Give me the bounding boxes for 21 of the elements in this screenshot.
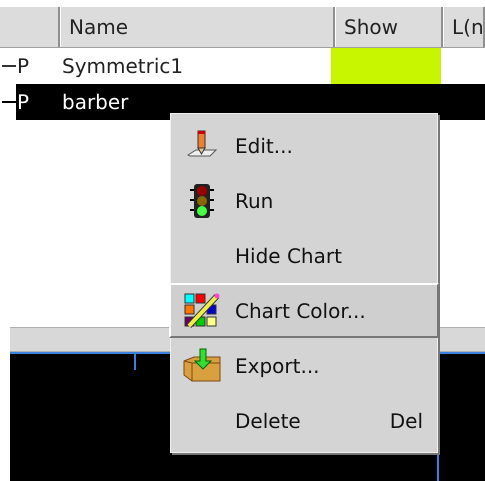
menu-item[interactable]: Edit... — [171, 118, 437, 173]
menu-item[interactable]: Run — [171, 173, 437, 228]
menu-item[interactable]: Hide Chart — [171, 228, 437, 283]
tree-line — [2, 101, 16, 103]
type-letter: P — [16, 53, 30, 80]
row-name: Symmetric1 — [61, 53, 184, 80]
type-letter: P — [16, 89, 30, 116]
row-name: barber — [61, 89, 130, 116]
menu-item[interactable]: Chart Color... — [169, 283, 439, 338]
menu-item[interactable]: Export... — [171, 338, 437, 393]
box-down-arrow-icon — [182, 346, 222, 384]
menu-item[interactable]: Delete Del — [171, 393, 437, 448]
tree-line — [2, 65, 16, 67]
menu-label: Chart Color... — [235, 298, 367, 324]
menu-label: Export... — [235, 352, 321, 380]
menu-label: Edit... — [235, 132, 294, 160]
menu-label: Hide Chart — [235, 242, 343, 270]
color-grid-pencil-icon — [183, 292, 221, 330]
menu-label: Run — [235, 188, 274, 214]
shortcut-label: Del — [390, 408, 423, 434]
menu-label: Delete — [235, 408, 302, 434]
